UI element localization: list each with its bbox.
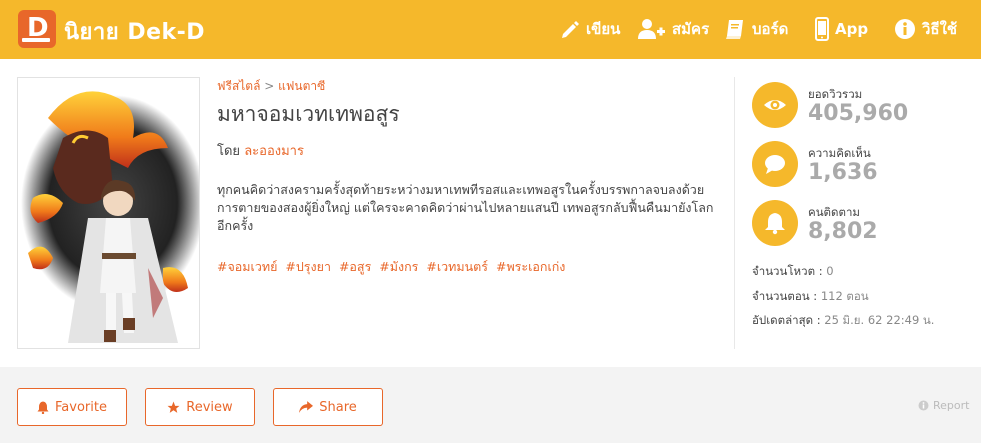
tag-link[interactable]: #พระเอกเก่ง bbox=[496, 259, 565, 274]
share-icon bbox=[299, 401, 314, 413]
favorite-button-label: Favorite bbox=[55, 399, 107, 415]
nav-write-label: เขียน bbox=[586, 20, 621, 38]
share-button-label: Share bbox=[319, 399, 357, 415]
breadcrumb: ฟรีสไตล์ > แฟนตาซี bbox=[217, 77, 325, 96]
bell-icon bbox=[37, 401, 49, 414]
info-circle-icon bbox=[918, 400, 929, 411]
updated-label: อัปเดตล่าสุด : bbox=[752, 313, 821, 327]
updated-info: อัปเดตล่าสุด : 25 มิ.ย. 62 22:49 น. bbox=[752, 312, 934, 330]
report-label: Report bbox=[933, 399, 970, 412]
review-button[interactable]: Review bbox=[145, 388, 255, 426]
book-icon bbox=[726, 20, 743, 39]
novel-cover-image[interactable] bbox=[17, 77, 200, 349]
views-value: 405,960 bbox=[808, 101, 909, 126]
votes-info: จำนวนโหวต : 0 bbox=[752, 263, 834, 281]
comment-icon bbox=[765, 155, 785, 174]
comments-stat-badge bbox=[752, 141, 798, 187]
comments-value: 1,636 bbox=[808, 160, 878, 185]
nav-help-label: วิธีใช้ bbox=[922, 20, 958, 38]
logo-pen-stroke bbox=[22, 38, 50, 42]
top-navigation-bar: D นิยาย Dek-D เขียน สมัคร บอร์ด App วิธี… bbox=[0, 0, 981, 59]
episodes-info: จำนวนตอน : 112 ตอน bbox=[752, 288, 869, 306]
mobile-icon bbox=[815, 17, 829, 41]
report-link[interactable]: Report bbox=[918, 399, 969, 412]
tag-link[interactable]: #ปรุงยา bbox=[285, 259, 331, 274]
breadcrumb-freestyle[interactable]: ฟรีสไตล์ bbox=[217, 79, 260, 93]
nav-register-label: สมัคร bbox=[672, 20, 710, 38]
nav-board-label: บอร์ด bbox=[752, 20, 789, 38]
votes-label: จำนวนโหวต : bbox=[752, 264, 823, 278]
novel-description: ทุกคนคิดว่าสงครามครั้งสุดท้ายระหว่างมหาเ… bbox=[217, 182, 714, 233]
add-user-icon bbox=[638, 19, 665, 39]
info-icon bbox=[895, 19, 915, 39]
nav-app[interactable]: App bbox=[815, 16, 868, 42]
breadcrumb-fantasy[interactable]: แฟนตาซี bbox=[278, 79, 325, 93]
breadcrumb-separator: > bbox=[264, 79, 275, 93]
favorite-button[interactable]: Favorite bbox=[17, 388, 127, 426]
views-stat-badge bbox=[752, 82, 798, 128]
tag-link[interactable]: #จอมเวทย์ bbox=[217, 259, 277, 274]
author-prefix: โดย bbox=[217, 144, 241, 159]
site-name[interactable]: นิยาย Dek-D bbox=[64, 14, 205, 49]
review-button-label: Review bbox=[186, 399, 233, 415]
star-icon bbox=[167, 401, 180, 413]
tag-list: #จอมเวทย์ #ปรุงยา #อสูร #มังกร #เวทมนตร์… bbox=[217, 257, 722, 277]
votes-value: 0 bbox=[826, 264, 834, 278]
bell-icon bbox=[765, 213, 785, 235]
tag-link[interactable]: #มังกร bbox=[379, 259, 418, 274]
eye-icon bbox=[764, 100, 786, 110]
pencil-icon bbox=[562, 21, 579, 38]
novel-title: มหาจอมเวทเทพอสูร bbox=[217, 102, 400, 126]
followers-value: 8,802 bbox=[808, 219, 878, 244]
nav-app-label: App bbox=[835, 20, 869, 38]
episodes-label: จำนวนตอน : bbox=[752, 289, 818, 303]
followers-stat-badge bbox=[752, 200, 798, 246]
vertical-divider bbox=[734, 77, 735, 349]
nav-write[interactable]: เขียน bbox=[560, 16, 620, 42]
nav-board[interactable]: บอร์ด bbox=[724, 16, 788, 42]
updated-value: 25 มิ.ย. 62 22:49 น. bbox=[824, 313, 935, 327]
nav-register[interactable]: สมัคร bbox=[638, 16, 709, 42]
cover-illustration bbox=[21, 91, 199, 343]
episodes-value: 112 ตอน bbox=[820, 289, 869, 303]
share-button[interactable]: Share bbox=[273, 388, 383, 426]
author-link[interactable]: ละอองมาร bbox=[244, 144, 304, 159]
tag-link[interactable]: #อสูร bbox=[339, 259, 371, 274]
dek-d-logo-icon[interactable]: D bbox=[18, 10, 56, 48]
nav-help[interactable]: วิธีใช้ bbox=[894, 16, 957, 42]
author-line: โดย ละอองมาร bbox=[217, 140, 304, 161]
tag-link[interactable]: #เวทมนตร์ bbox=[426, 259, 488, 274]
